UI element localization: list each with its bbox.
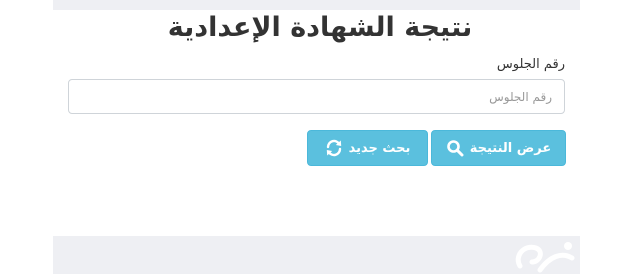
logo-watermark-icon: [510, 236, 580, 274]
new-search-label: بحث جديد: [348, 140, 411, 156]
refresh-icon: [325, 139, 343, 157]
page-title: نتيجة الشهادة الإعدادية: [167, 12, 473, 43]
new-search-button[interactable]: بحث جديد: [307, 130, 428, 166]
search-icon: [446, 139, 464, 157]
seat-number-input[interactable]: [68, 79, 565, 114]
seat-number-label: رقم الجلوس: [496, 57, 565, 72]
show-result-label: عرض النتيجة: [469, 140, 552, 156]
show-result-button[interactable]: عرض النتيجة: [431, 130, 566, 166]
top-band: [53, 0, 580, 10]
bottom-band: [53, 236, 580, 274]
